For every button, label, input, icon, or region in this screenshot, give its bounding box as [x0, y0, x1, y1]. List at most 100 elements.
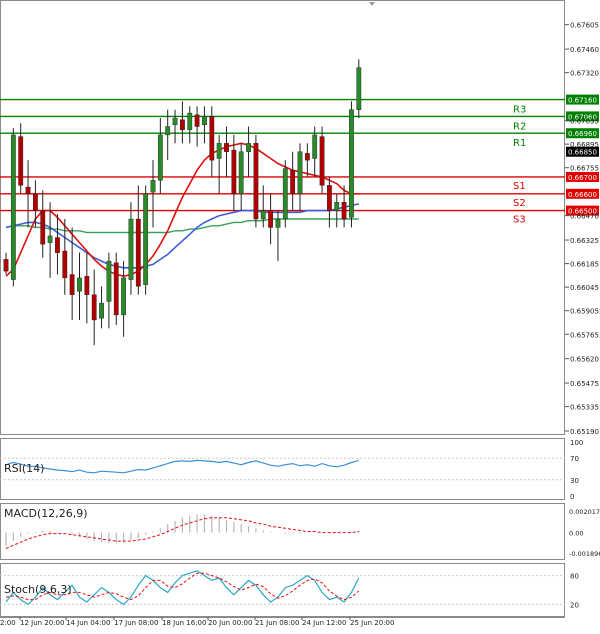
price-tick-label: 0.66755: [570, 165, 599, 173]
price-tick-label: 0.67605: [570, 22, 599, 30]
candle-body: [194, 114, 200, 127]
candle-body: [106, 260, 112, 302]
x-tick-label: 20 Jun 00:00: [208, 619, 252, 627]
candle-body: [260, 210, 266, 220]
candle-body: [18, 136, 24, 186]
ma-red-line: [5, 142, 359, 278]
candle-body: [69, 274, 75, 295]
candle-body: [327, 185, 332, 211]
price-tick-label: 0.65765: [570, 331, 599, 339]
candle-body: [135, 218, 141, 287]
rsi-tick-label: 100: [570, 439, 583, 447]
x-tick-label: 14 Jun 04:00: [66, 619, 110, 627]
candle-body: [47, 235, 53, 243]
candle-body: [91, 294, 97, 321]
stoch-tick-label: 20: [570, 601, 579, 609]
panel-frame: [0, 563, 565, 617]
level-name-r1: R1: [513, 138, 526, 149]
stoch-tick-label: 80: [570, 573, 579, 581]
candle-body: [246, 143, 251, 152]
level-price-label: 0.66600: [568, 191, 597, 199]
candle-body: [216, 143, 222, 159]
candle-body: [297, 151, 303, 194]
candle-body: [143, 193, 149, 285]
price-tick-label: 0.66470: [570, 213, 599, 221]
chart-window: R3 0.67160 R2 0.67060 R1 0.66960 S1 0.66700 S2 0.…: [0, 0, 600, 630]
price-tick-label: 0.65905: [570, 308, 599, 316]
price-tick-label: 0.65335: [570, 404, 599, 412]
rsi-label: RSI(14): [4, 462, 44, 475]
candle-body: [319, 136, 325, 186]
candle-body: [187, 112, 193, 131]
candle-body: [290, 170, 296, 194]
candle-body: [84, 276, 90, 295]
price-tick-label: 0.65620: [570, 356, 599, 364]
macd-tick-label: -0.001896: [569, 550, 600, 558]
price-tick-label: 0.67320: [570, 70, 599, 78]
x-tick-label: 18 Jun 16:00: [162, 619, 206, 627]
candle-body: [25, 186, 31, 194]
price-tick-label: 0.66325: [570, 237, 599, 245]
level-price-label: 0.67160: [568, 97, 597, 105]
candle-body: [334, 201, 340, 211]
rsi-line: [5, 459, 359, 474]
x-tick-label: 24 Jun 12:00: [302, 619, 346, 627]
ma-blue-line: [5, 203, 359, 269]
x-tick-label: 25 Jun 20:00: [350, 619, 394, 627]
price-tick-label: 0.65475: [570, 380, 599, 388]
candle-body: [128, 218, 134, 280]
current-price-label: 0.66850: [568, 149, 597, 157]
panel-frame: [0, 438, 565, 500]
candle-body: [99, 302, 104, 319]
level-name-r3: R3: [513, 105, 526, 116]
candle-body: [150, 180, 156, 193]
candle-body: [10, 134, 16, 280]
candle-body: [202, 116, 207, 126]
candle-body: [3, 259, 9, 272]
candle-body: [157, 134, 163, 181]
candle-body: [304, 153, 310, 161]
candle-body: [113, 262, 119, 316]
macd-tick-label: 0.00: [569, 530, 583, 538]
candle-body: [55, 237, 60, 253]
candle-body: [356, 67, 362, 110]
rsi-tick-label: 0: [570, 493, 574, 501]
price-tick-label: 0.66045: [570, 284, 599, 292]
candle-body: [77, 277, 82, 292]
candles: [3, 59, 362, 346]
candle-body: [224, 143, 229, 152]
price-chart[interactable]: R30.67160R20.67060R10.66960S10.66700S20.…: [0, 0, 600, 630]
macd-tick-label: 0.002017: [569, 508, 600, 516]
candle-body: [275, 218, 281, 228]
candle-body: [341, 201, 347, 220]
moving-averages: [5, 142, 359, 278]
level-name-s1: S1: [513, 181, 526, 192]
candle-body: [121, 277, 127, 316]
ma-green-line: [5, 218, 359, 234]
price-tick-label: 0.66185: [570, 261, 599, 269]
level-name-s3: S3: [513, 215, 526, 226]
candle-body: [33, 193, 38, 211]
candle-body: [40, 210, 46, 245]
candle-body: [209, 116, 215, 161]
price-tick-label: 0.65190: [570, 428, 599, 436]
candle-body: [268, 210, 273, 228]
candle-body: [349, 109, 354, 218]
rsi-tick-label: 70: [570, 455, 579, 463]
macd-label: MACD(12,26,9): [4, 507, 88, 520]
price-tick-label: 0.67035: [570, 118, 599, 126]
candle-body: [238, 151, 244, 194]
scroll-marker-icon: [369, 2, 375, 6]
stoch-label: Stoch(9,6,3): [4, 583, 72, 596]
candle-body: [165, 126, 171, 136]
indicators: 100 70 30 0 RSI(14) 0.002017 0.00 -0.001896 MACD…: [0, 439, 600, 609]
price-tick-label: 0.67460: [570, 46, 599, 54]
x-tick-label: 21 Jun 08:00: [255, 619, 299, 627]
candle-body: [62, 250, 68, 279]
rsi-tick-label: 30: [570, 477, 579, 485]
x-tick-label: 2:00: [0, 619, 16, 627]
level-price-label: 0.66700: [568, 174, 597, 182]
panel-frames: [0, 0, 565, 618]
candle-body: [172, 117, 178, 126]
level-name-r2: R2: [513, 121, 526, 132]
